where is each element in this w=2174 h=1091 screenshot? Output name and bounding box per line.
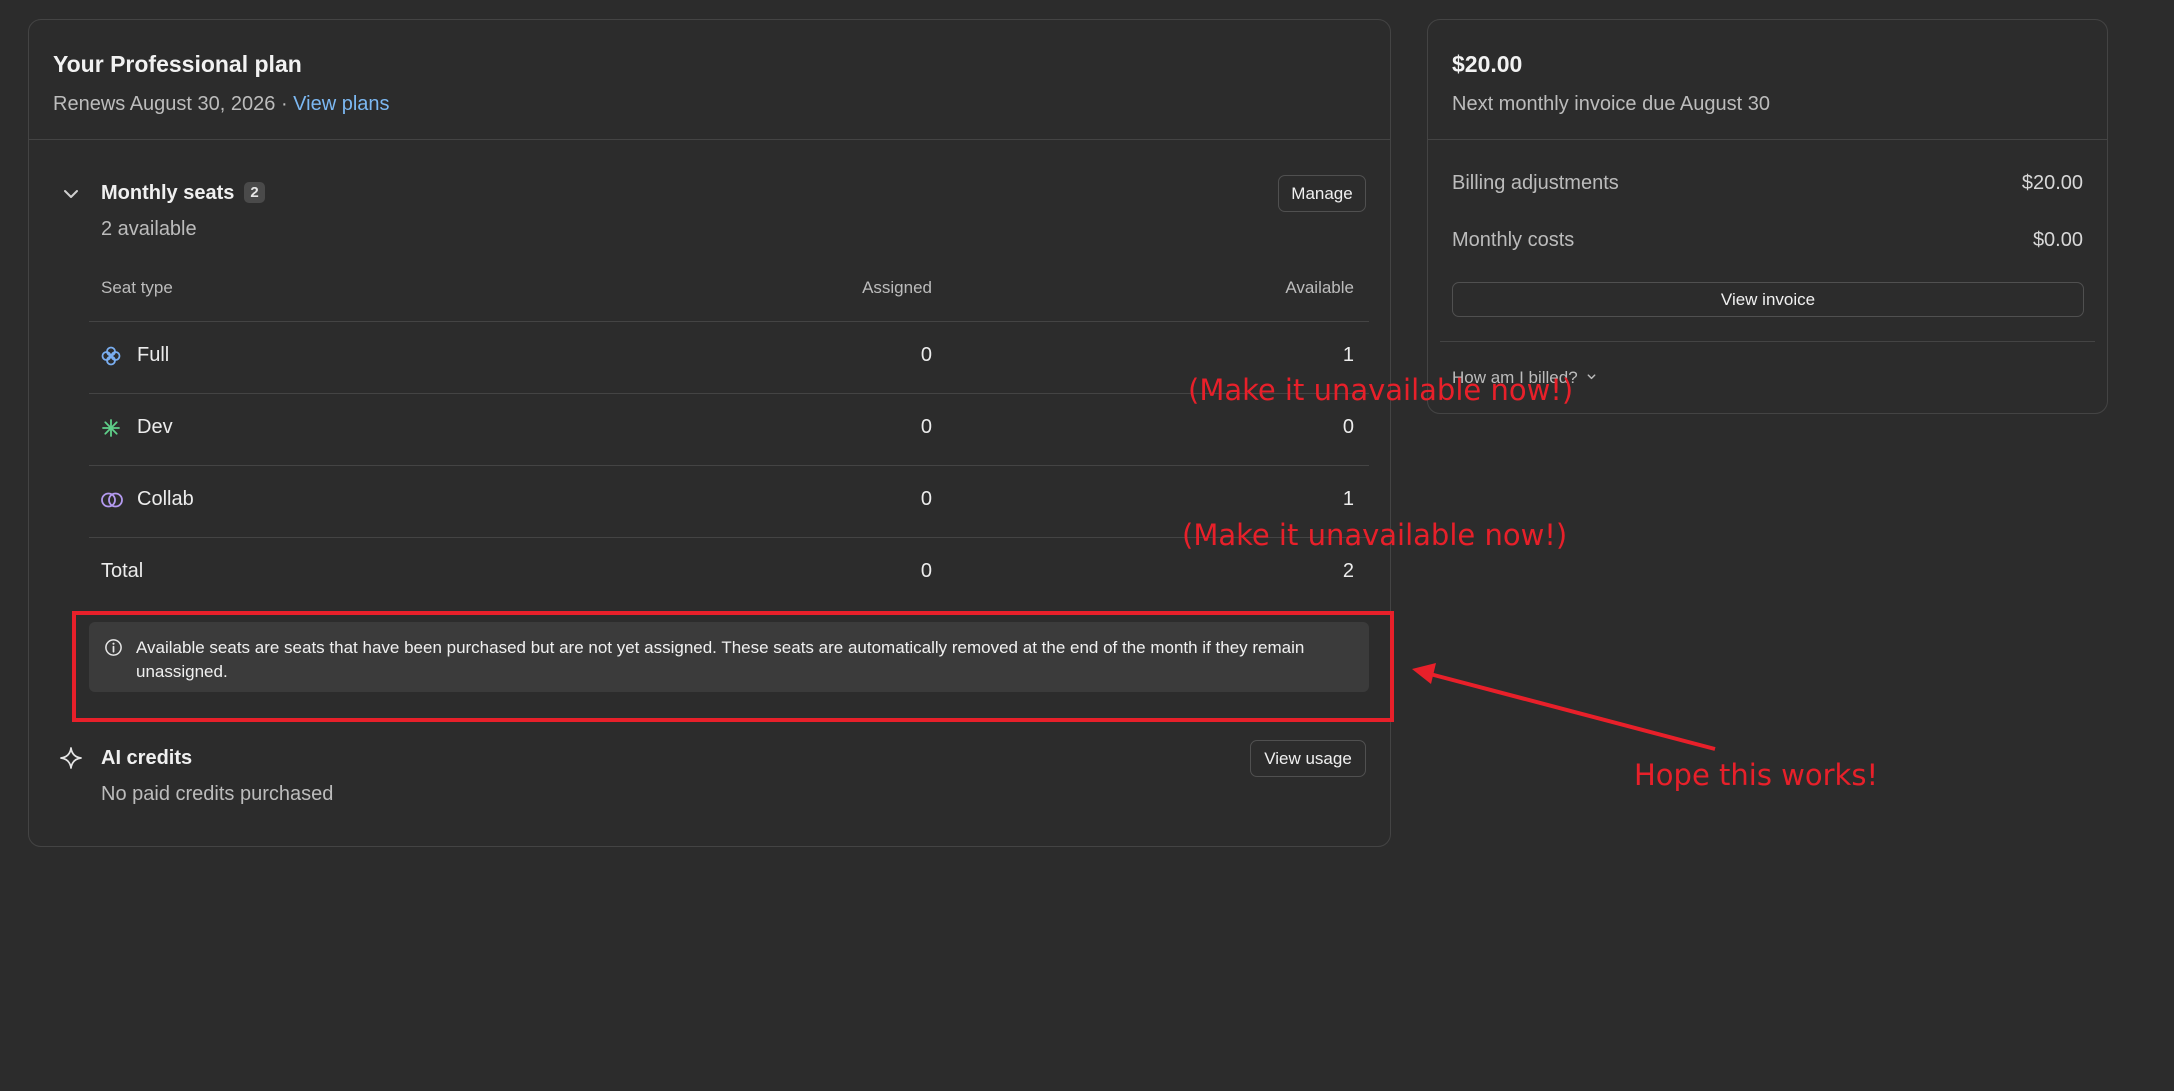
plan-card: Your Professional plan Renews August 30,… [28,19,1391,847]
total-row: Total 0 2 [89,538,1369,609]
monthly-seats-label: Monthly seats [101,182,235,204]
assigned-value: 0 [920,344,932,366]
manage-button[interactable]: Manage [1278,175,1366,212]
chevron-down-icon [1587,374,1596,380]
seat-type-label: Collab [137,488,194,510]
header-available: Available [1285,278,1354,297]
view-invoice-button[interactable]: View invoice [1452,282,2084,317]
available-value: 1 [1342,344,1354,366]
billing-adjustments-label: Billing adjustments [1452,172,1619,194]
invoice-due-text: Next monthly invoice due August 30 [1452,93,1770,115]
annotation-arrow [1412,663,1716,751]
plan-header: Your Professional plan Renews August 30,… [29,20,1390,140]
collab-seat-icon [101,492,123,508]
seat-type-label: Full [137,344,170,366]
annotation-highlight-box [72,611,1394,722]
invoice-card: $20.00 Next monthly invoice due August 3… [1427,19,2108,414]
ai-credits-status: No paid credits purchased [101,783,334,805]
plan-title: Your Professional plan [53,51,302,77]
invoice-divider [1440,341,2095,342]
full-seat-icon [101,346,121,366]
billing-adjustments-row: Billing adjustments $20.00 [1452,172,2083,195]
annotation-note-3: Hope this works! [1634,758,1879,792]
view-usage-button[interactable]: View usage [1250,740,1366,777]
invoice-amount: $20.00 [1452,51,1523,77]
table-row: Dev 0 0 [89,394,1369,465]
assigned-value: 0 [920,416,932,438]
billing-adjustments-value: $20.00 [2021,172,2083,194]
available-value: 1 [1342,488,1354,510]
view-plans-link[interactable]: View plans [293,93,389,115]
monthly-costs-row: Monthly costs $0.00 [1452,229,2083,252]
annotation-note-2: (Make it unavailable now!) [1182,518,1568,552]
seat-type-label: Dev [137,416,173,438]
total-assigned-value: 0 [920,560,932,582]
seat-count-badge: 2 [244,182,265,203]
sparkle-icon [60,747,82,769]
header-seat-type: Seat type [101,278,173,297]
monthly-costs-label: Monthly costs [1452,229,1575,251]
table-row: Collab 0 1 [89,466,1369,537]
ai-credits-title: AI credits [101,747,193,769]
seats-available-text: 2 available [101,218,197,240]
monthly-costs-value: $0.00 [2032,229,2083,251]
invoice-header: $20.00 Next monthly invoice due August 3… [1428,20,2107,140]
total-available-value: 2 [1342,560,1354,582]
table-row: Full 0 1 [89,322,1369,393]
monthly-seats-title: Monthly seats 2 [101,182,265,205]
dev-seat-icon [102,419,120,437]
chevron-down-icon[interactable] [62,185,80,203]
renewal-text: Renews August 30, 2026 · [53,93,294,115]
annotation-note-1: (Make it unavailable now!) [1188,373,1574,407]
plan-renewal: Renews August 30, 2026 · View plans [53,93,1366,116]
header-assigned: Assigned [862,278,932,297]
total-label: Total [101,560,144,582]
assigned-value: 0 [920,488,932,510]
available-value: 0 [1342,416,1354,438]
